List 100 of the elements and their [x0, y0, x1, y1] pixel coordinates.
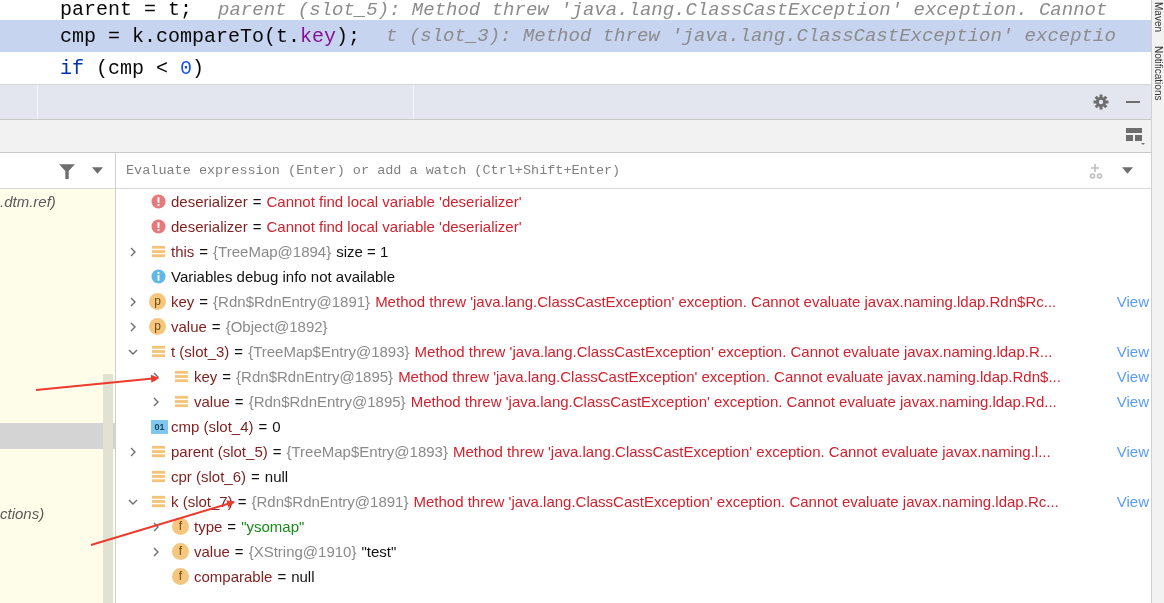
variable-value: size = 1 — [336, 243, 389, 260]
code-keyword: if — [60, 56, 84, 80]
view-link[interactable]: View — [1116, 493, 1149, 510]
info-icon — [151, 269, 166, 284]
primitive-icon: 01 — [151, 419, 168, 434]
object-reference: {TreeMap$Entry@1893} — [248, 343, 410, 360]
error-message: Method threw 'java.lang.ClassCastException' exception. Cannot evaluate javax.naming.ldap.R... — [414, 343, 1053, 360]
expand-chevron-icon[interactable] — [128, 321, 138, 332]
variable-value: "test" — [361, 543, 397, 560]
scrollbar-thumb[interactable] — [103, 374, 113, 603]
code-field: key — [300, 24, 337, 48]
error-message: Cannot find local variable 'deserializer' — [266, 218, 522, 235]
field-icon: p — [149, 318, 166, 335]
inline-value-hint: t (slot_3): Method threw 'java.lang.ClassCastException' exceptio — [386, 25, 1116, 47]
equals-sign: = — [237, 493, 247, 510]
view-link[interactable]: View — [1116, 343, 1149, 360]
equals-sign: = — [272, 443, 282, 460]
object-reference: {Rdn$RdnEntry@1891} — [213, 293, 371, 310]
expand-chevron-icon[interactable] — [151, 546, 161, 557]
variable-name: this — [171, 243, 195, 260]
equals-sign: = — [199, 293, 209, 310]
object-reference: {XString@1910} — [248, 543, 357, 560]
frame-item[interactable]: ctions) — [0, 501, 115, 527]
filter-icon[interactable] — [58, 161, 76, 180]
code-text: ) — [192, 56, 205, 80]
object-reference: {Rdn$RdnEntry@1895} — [248, 393, 406, 410]
object-icon — [151, 444, 166, 459]
error-message: Method threw 'java.lang.ClassCastException' exception. Cannot evaluate javax.naming.ldap.Rdn$... — [398, 368, 1061, 385]
equals-sign: = — [258, 418, 268, 435]
object-reference: {Rdn$RdnEntry@1895} — [236, 368, 394, 385]
variable-name: t (slot_3) — [171, 343, 230, 360]
code-text: ); — [336, 24, 361, 48]
variable-name: k (slot_7) — [171, 493, 233, 510]
object-icon — [151, 469, 166, 484]
expand-chevron-icon[interactable] — [128, 296, 138, 307]
variable-name: comparable — [194, 568, 273, 585]
error-message: Method threw 'java.lang.ClassCastException' exception. Cannot evaluate javax.naming.ldap.Rc... — [413, 493, 1059, 510]
object-reference: {Rdn$RdnEntry@1891} — [251, 493, 409, 510]
field-icon: f — [172, 518, 189, 535]
view-link[interactable]: View — [1116, 393, 1149, 410]
variable-name: key — [194, 368, 218, 385]
equals-sign: = — [211, 318, 221, 335]
view-link[interactable]: View — [1116, 368, 1149, 385]
error-message: Method threw 'java.lang.ClassCastException' exception. Cannot evaluate javax.naming.ldap.Rdn$Rc... — [375, 293, 1057, 310]
variable-name: cmp (slot_4) — [171, 418, 254, 435]
expand-chevron-icon[interactable] — [151, 521, 161, 532]
object-icon — [151, 494, 166, 509]
expand-chevron-icon[interactable] — [128, 246, 138, 257]
object-icon — [174, 369, 189, 384]
code-number: 0 — [180, 56, 193, 80]
object-icon — [151, 344, 166, 359]
variable-value: null — [264, 468, 289, 485]
equals-sign: = — [199, 243, 209, 260]
object-icon — [174, 394, 189, 409]
object-icon — [151, 244, 166, 259]
variable-name: value — [194, 543, 230, 560]
error-icon — [151, 219, 166, 234]
variable-value: 0 — [272, 418, 281, 435]
expand-chevron-icon[interactable] — [151, 396, 161, 407]
code-text: cmp = k.compareTo(t. — [60, 24, 301, 48]
error-message: Cannot find local variable 'deserializer' — [266, 193, 522, 210]
equals-sign: = — [234, 393, 244, 410]
dropdown-caret-icon[interactable] — [1122, 167, 1133, 174]
variable-name: cpr (slot_6) — [171, 468, 247, 485]
variable-name: value — [194, 393, 230, 410]
error-message: Method threw 'java.lang.ClassCastException' exception. Cannot evaluate javax.naming.ldap.Rd... — [410, 393, 1057, 410]
inline-value-hint: parent (slot_5): Method threw 'java.lang.ClassCastException' exception. Cannot — [218, 0, 1108, 20]
variable-name: deserializer — [171, 218, 248, 235]
layout-icon[interactable] — [1125, 127, 1145, 145]
variable-name: type — [194, 518, 223, 535]
equals-sign: = — [222, 368, 232, 385]
frame-item[interactable]: .dtm.ref) — [0, 189, 115, 215]
side-tool-tab[interactable]: Maven — [1152, 2, 1164, 32]
variable-name: deserializer — [171, 193, 248, 210]
equals-sign: = — [252, 218, 262, 235]
string-value: "ysomap" — [241, 518, 305, 535]
equals-sign: = — [227, 518, 237, 535]
field-icon: f — [172, 568, 189, 585]
equals-sign: = — [277, 568, 287, 585]
view-link[interactable]: View — [1116, 293, 1149, 310]
field-icon: p — [149, 293, 166, 310]
dropdown-caret-icon[interactable] — [92, 167, 103, 174]
equals-sign: = — [252, 193, 262, 210]
code-text: parent = t; — [60, 0, 193, 20]
info-message: Variables debug info not available — [171, 268, 396, 285]
view-link[interactable]: View — [1116, 443, 1149, 460]
field-icon: f — [172, 543, 189, 560]
equals-sign: = — [251, 468, 260, 485]
settings-icon[interactable] — [1093, 94, 1109, 110]
error-message: Method threw 'java.lang.ClassCastException' exception. Cannot evaluate javax.naming.l... — [452, 443, 1051, 460]
evaluate-expression-field[interactable]: Evaluate expression (Enter) or add a watch (Ctrl+Shift+Enter) — [126, 163, 1070, 178]
equals-sign: = — [234, 343, 244, 360]
object-reference: {TreeMap@1894} — [213, 243, 332, 260]
variable-name: value — [171, 318, 207, 335]
object-reference: {Object@1892} — [225, 318, 328, 335]
error-icon — [151, 194, 166, 209]
side-tool-tab[interactable]: Notifications — [1152, 46, 1164, 101]
variable-name: parent (slot_5) — [171, 443, 268, 460]
code-text: (cmp < — [95, 56, 170, 80]
expand-chevron-icon[interactable] — [128, 446, 138, 457]
